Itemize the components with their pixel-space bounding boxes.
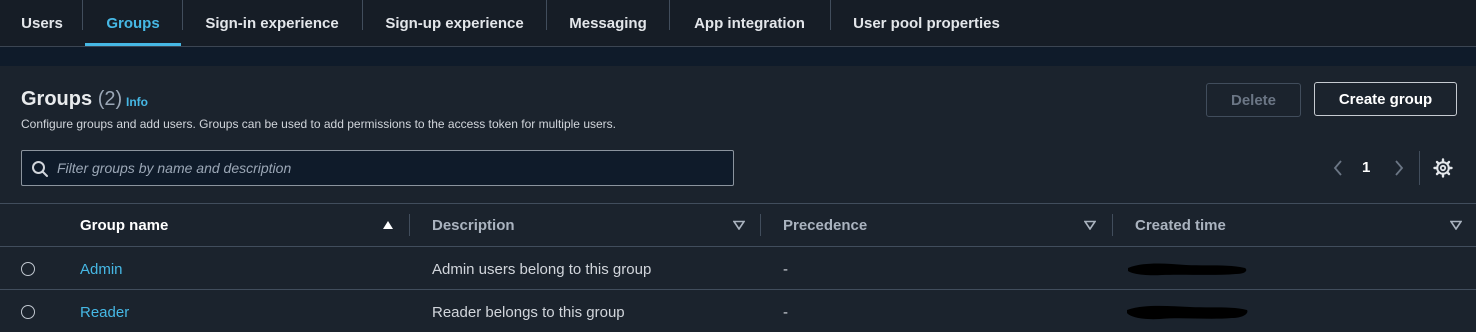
group-precedence: - (783, 304, 788, 321)
tab-divider (546, 0, 547, 30)
tab-divider (830, 0, 831, 30)
column-header-description[interactable]: Description (432, 217, 515, 234)
tab-app-integration[interactable]: App integration (685, 0, 814, 46)
group-count: (2) (97, 88, 123, 110)
column-divider (409, 214, 410, 236)
tab-sign-in-experience[interactable]: Sign-in experience (198, 0, 346, 46)
create-group-button[interactable]: Create group (1314, 82, 1457, 116)
group-name-link[interactable]: Reader (80, 304, 129, 321)
column-header-group-name[interactable]: Group name (80, 217, 168, 234)
tab-divider (182, 0, 183, 30)
tab-groups[interactable]: Groups (85, 0, 181, 46)
page-title-text: Groups (21, 88, 93, 110)
search-icon (32, 161, 48, 177)
redacted-created-time (1128, 263, 1247, 276)
delete-button[interactable]: Delete (1206, 83, 1301, 117)
search-placeholder: Filter groups by name and description (57, 160, 292, 176)
gear-icon[interactable] (1433, 158, 1453, 178)
table-row[interactable]: Reader Reader belongs to this group - (0, 290, 1476, 332)
tab-sign-up-experience[interactable]: Sign-up experience (378, 0, 531, 46)
chevron-right-icon[interactable] (1392, 158, 1406, 178)
page-title: Groups (2) (21, 88, 122, 111)
row-select-radio[interactable] (21, 262, 35, 276)
page-description: Configure groups and add users. Groups c… (21, 117, 616, 131)
chevron-left-icon[interactable] (1331, 158, 1345, 178)
table-row[interactable]: Admin Admin users belong to this group - (0, 247, 1476, 290)
search-input[interactable]: Filter groups by name and description (21, 150, 734, 186)
column-header-precedence[interactable]: Precedence (783, 217, 867, 234)
tab-messaging[interactable]: Messaging (563, 0, 653, 46)
group-precedence: - (783, 261, 788, 278)
tab-bar: Users Groups Sign-in experience Sign-up … (0, 0, 1476, 47)
sort-caret-down-icon[interactable] (733, 220, 745, 230)
table-header: Group name Description Precedence Create… (0, 203, 1476, 247)
row-select-radio[interactable] (21, 305, 35, 319)
column-header-created-time[interactable]: Created time (1135, 217, 1226, 234)
redacted-created-time (1127, 305, 1248, 320)
group-description: Admin users belong to this group (432, 261, 652, 278)
info-link[interactable]: Info (126, 95, 148, 109)
group-description: Reader belongs to this group (432, 304, 625, 321)
group-name-link[interactable]: Admin (80, 261, 123, 278)
sort-ascending-icon[interactable] (382, 220, 394, 230)
tab-user-pool-properties[interactable]: User pool properties (846, 0, 1007, 46)
pager-divider (1419, 151, 1420, 185)
tab-divider (362, 0, 363, 30)
sort-caret-down-icon[interactable] (1450, 220, 1462, 230)
current-page[interactable]: 1 (1362, 159, 1370, 176)
groups-container: Groups (2) Info Configure groups and add… (0, 66, 1476, 332)
tab-divider (669, 0, 670, 30)
tab-users[interactable]: Users (18, 0, 66, 46)
column-divider (760, 214, 761, 236)
sort-caret-down-icon[interactable] (1084, 220, 1096, 230)
tab-divider (82, 0, 83, 30)
column-divider (1112, 214, 1113, 236)
